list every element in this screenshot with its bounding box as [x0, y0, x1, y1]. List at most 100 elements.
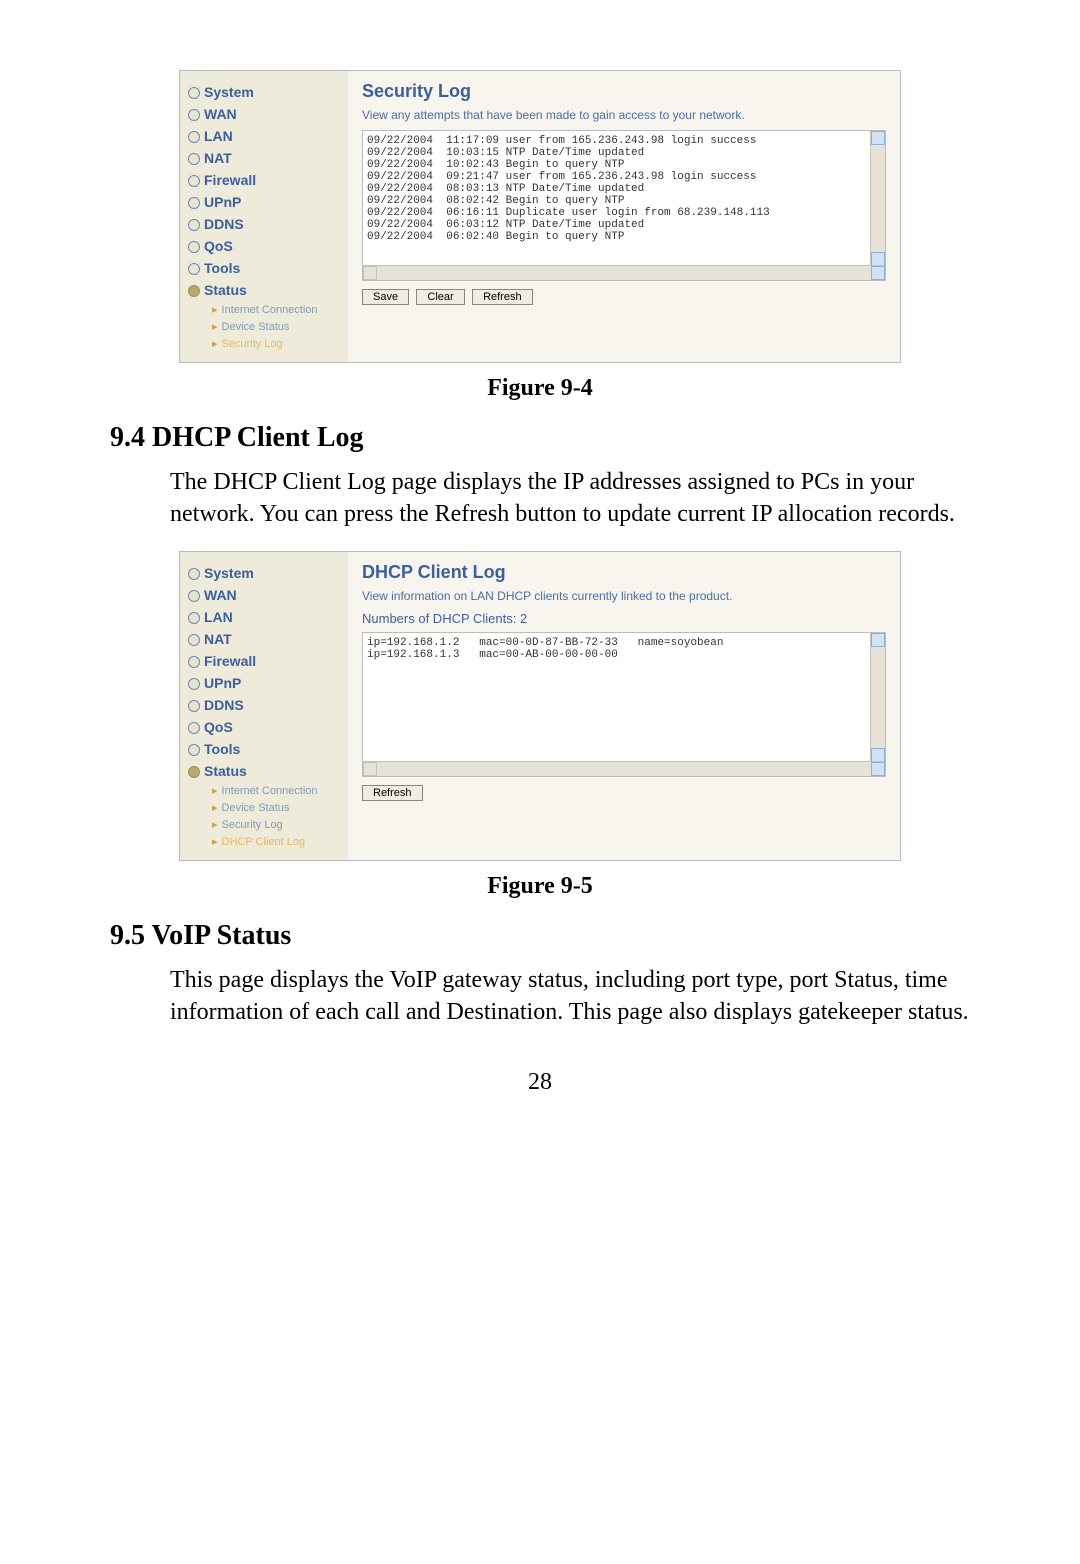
subnav-internet-connection[interactable]: ▸Internet Connection: [212, 301, 348, 318]
bullet-expanded-icon: [188, 285, 200, 297]
nav-firewall[interactable]: Firewall: [188, 650, 348, 672]
refresh-button[interactable]: Refresh: [362, 785, 423, 801]
nav-label: DDNS: [204, 216, 244, 232]
section-heading-95: 9.5 VoIP Status: [110, 920, 970, 952]
bullet-icon: [188, 131, 200, 143]
subnav-dhcp-client-log[interactable]: ▸DHCP Client Log: [212, 833, 348, 850]
page-subtitle: View information on LAN DHCP clients cur…: [362, 589, 886, 603]
scroll-up-icon[interactable]: [871, 633, 885, 647]
nav-wan[interactable]: WAN: [188, 584, 348, 606]
bullet-icon: [188, 722, 200, 734]
subnav-label: Security Log: [222, 338, 283, 350]
nav-label: QoS: [204, 238, 233, 254]
bullet-expanded-icon: [188, 766, 200, 778]
scroll-up-icon[interactable]: [871, 131, 885, 145]
nav-tools[interactable]: Tools: [188, 738, 348, 760]
nav-nat[interactable]: NAT: [188, 628, 348, 650]
scroll-down-icon[interactable]: [871, 748, 885, 762]
sidebar-nav: System WAN LAN NAT Firewall UPnP DDNS Qo…: [180, 552, 348, 860]
scroll-right-icon[interactable]: [871, 762, 885, 776]
nav-label: Tools: [204, 741, 240, 757]
page-subtitle: View any attempts that have been made to…: [362, 108, 886, 122]
bullet-icon: [188, 700, 200, 712]
subnav-device-status[interactable]: ▸ Device Status: [212, 799, 348, 816]
nav-firewall[interactable]: Firewall: [188, 169, 348, 191]
triangle-icon: ▸: [212, 338, 218, 350]
log-content[interactable]: ip=192.168.1.2 mac=00-0D-87-BB-72-33 nam…: [363, 633, 885, 761]
subnav-label: DHCP Client Log: [222, 836, 306, 848]
nav-qos[interactable]: QoS: [188, 235, 348, 257]
body-paragraph-94: The DHCP Client Log page displays the IP…: [170, 466, 970, 531]
log-content[interactable]: 09/22/2004 11:17:09 user from 165.236.24…: [363, 131, 885, 265]
triangle-icon: ▸: [212, 785, 218, 797]
nav-label: Tools: [204, 260, 240, 276]
nav-upnp[interactable]: UPnP: [188, 191, 348, 213]
bullet-icon: [188, 219, 200, 231]
nav-ddns[interactable]: DDNS: [188, 213, 348, 235]
subnav-label: Security Log: [222, 819, 283, 831]
nav-system[interactable]: System: [188, 81, 348, 103]
subnav-security-log[interactable]: ▸ Security Log: [212, 816, 348, 833]
scroll-left-icon[interactable]: [363, 762, 377, 776]
clear-button[interactable]: Clear: [416, 289, 464, 305]
nav-label: Firewall: [204, 172, 256, 188]
horizontal-scrollbar[interactable]: [363, 265, 885, 280]
subnav-label: Device Status: [222, 321, 290, 333]
triangle-icon: ▸: [212, 819, 218, 831]
scroll-right-icon[interactable]: [871, 266, 885, 280]
nav-label: Status: [204, 763, 247, 779]
bullet-icon: [188, 656, 200, 668]
nav-label: UPnP: [204, 194, 241, 210]
nav-wan[interactable]: WAN: [188, 103, 348, 125]
nav-label: Status: [204, 282, 247, 298]
save-button[interactable]: Save: [362, 289, 409, 305]
button-row: Refresh: [362, 785, 886, 801]
nav-status[interactable]: Status: [188, 279, 348, 301]
screenshot-security-log: System WAN LAN NAT Firewall UPnP DDNS Qo…: [179, 70, 901, 363]
bullet-icon: [188, 678, 200, 690]
nav-qos[interactable]: QoS: [188, 716, 348, 738]
security-log-box: 09/22/2004 11:17:09 user from 165.236.24…: [362, 130, 886, 281]
button-row: Save Clear Refresh: [362, 289, 886, 305]
dhcp-log-box: ip=192.168.1.2 mac=00-0D-87-BB-72-33 nam…: [362, 632, 886, 777]
nav-label: DDNS: [204, 697, 244, 713]
nav-nat[interactable]: NAT: [188, 147, 348, 169]
subnav-security-log[interactable]: ▸ Security Log: [212, 335, 348, 352]
scroll-left-icon[interactable]: [363, 266, 377, 280]
nav-upnp[interactable]: UPnP: [188, 672, 348, 694]
nav-status[interactable]: Status: [188, 760, 348, 782]
nav-lan[interactable]: LAN: [188, 606, 348, 628]
triangle-icon: ▸: [212, 304, 218, 316]
main-panel: Security Log View any attempts that have…: [348, 71, 900, 362]
bullet-icon: [188, 612, 200, 624]
triangle-icon: ▸: [212, 802, 218, 814]
screenshot-dhcp-client-log: System WAN LAN NAT Firewall UPnP DDNS Qo…: [179, 551, 901, 861]
page-title: Security Log: [362, 81, 886, 102]
bullet-icon: [188, 568, 200, 580]
nav-tools[interactable]: Tools: [188, 257, 348, 279]
nav-label: WAN: [204, 587, 237, 603]
bullet-icon: [188, 109, 200, 121]
horizontal-scrollbar[interactable]: [363, 761, 885, 776]
bullet-icon: [188, 197, 200, 209]
main-panel: DHCP Client Log View information on LAN …: [348, 552, 900, 860]
nav-label: UPnP: [204, 675, 241, 691]
nav-ddns[interactable]: DDNS: [188, 694, 348, 716]
nav-system[interactable]: System: [188, 562, 348, 584]
nav-lan[interactable]: LAN: [188, 125, 348, 147]
bullet-icon: [188, 175, 200, 187]
vertical-scrollbar[interactable]: [870, 633, 885, 762]
refresh-button[interactable]: Refresh: [472, 289, 533, 305]
triangle-icon: ▸: [212, 321, 218, 333]
subnav-label: Device Status: [222, 802, 290, 814]
sidebar-nav: System WAN LAN NAT Firewall UPnP DDNS Qo…: [180, 71, 348, 362]
scroll-down-icon[interactable]: [871, 252, 885, 266]
subnav-device-status[interactable]: ▸ Device Status: [212, 318, 348, 335]
vertical-scrollbar[interactable]: [870, 131, 885, 266]
subnav-internet-connection[interactable]: ▸Internet Connection: [212, 782, 348, 799]
nav-label: System: [204, 84, 254, 100]
bullet-icon: [188, 241, 200, 253]
bullet-icon: [188, 87, 200, 99]
nav-label: WAN: [204, 106, 237, 122]
body-paragraph-95: This page displays the VoIP gateway stat…: [170, 964, 970, 1029]
